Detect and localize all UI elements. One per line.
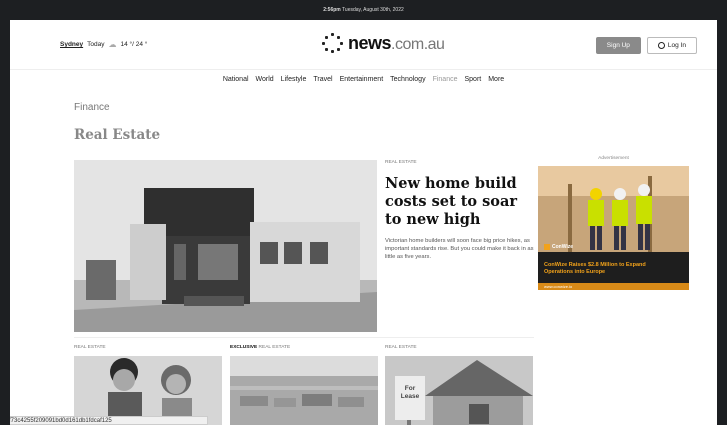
hero-kicker[interactable]: REAL ESTATE [385,160,535,165]
nav-item-finance[interactable]: Finance [433,76,458,83]
ad-brand-icon [544,244,550,250]
nav-item-national[interactable]: National [223,76,249,83]
site-logo[interactable]: news.com.au [322,32,445,54]
ad-headline: ConWize Raises $2.8 Million to Expand Op… [544,262,646,275]
content-divider [74,337,534,338]
logo-text: news.com.au [348,32,445,54]
ad-label: Advertisement [598,156,629,161]
top-bar: 2:56pm Tuesday, August 30th, 2022 [0,0,727,20]
user-icon [657,42,665,49]
card-image[interactable] [230,356,378,425]
couple-photo [74,356,222,425]
weather-temps: 14 °/ 24 ° [120,41,148,48]
weather-widget[interactable]: Sydney Today ☁ 14 °/ 24 ° [60,40,147,49]
cloud-icon: ☁ [108,40,117,49]
nav-item-technology[interactable]: Technology [390,76,425,83]
log-in-button[interactable]: Log In [646,37,697,54]
page-title: Real Estate [74,127,161,143]
logo-suffix: .com.au [391,35,445,53]
card-kicker[interactable]: REAL ESTATE [385,345,533,350]
nav-item-more[interactable]: More [488,76,504,83]
ad-brand-text: ConWize [552,244,574,250]
exclusive-badge: EXCLUSIVE [230,345,258,350]
sign-up-button[interactable]: Sign Up [595,37,641,54]
hero-image[interactable] [74,160,377,332]
auth-buttons: Sign Up Log In [595,37,697,54]
page: Sydney Today ☁ 14 °/ 24 ° news.com.au Si… [10,20,717,425]
weather-city[interactable]: Sydney [60,41,83,48]
logo-dots-icon [322,32,344,54]
nav-item-travel[interactable]: Travel [313,76,332,83]
article-card[interactable]: REAL ESTATE For Lease [385,345,533,425]
nav-item-lifestyle[interactable]: Lifestyle [281,76,307,83]
hero-standfirst: Victorian home builders will soon face b… [385,238,534,260]
logo-main: news [348,32,392,53]
weather-day: Today [87,41,105,48]
browser-frame: 2:56pm Tuesday, August 30th, 2022 Sydney… [0,0,727,425]
advertisement[interactable]: ConWize ConWize Raises $2.8 Million to E… [538,166,689,290]
ad-brand: ConWize [544,244,573,250]
card-image[interactable] [74,356,222,425]
article-card[interactable]: EXCLUSIVE REAL ESTATE [230,345,378,425]
article-card[interactable]: REAL ESTATE [74,345,222,425]
card-kicker-text: REAL ESTATE [258,345,291,350]
hero-article[interactable]: REAL ESTATE New home build costs set to … [385,160,535,261]
card-image[interactable]: For Lease [385,356,533,425]
main-nav: National World Lifestyle Travel Entertai… [10,76,717,83]
nav-item-sport[interactable]: Sport [464,76,481,83]
top-bar-date: Tuesday, August 30th, 2022 [342,7,404,13]
hero-headline[interactable]: New home build costs set to soar to new … [385,175,535,229]
ad-url: www.conwize.io [544,283,573,289]
house-photo [74,160,377,332]
card-kicker[interactable]: REAL ESTATE [74,345,222,350]
header-divider [10,69,717,70]
breadcrumb[interactable]: Finance [74,102,110,113]
card-kicker[interactable]: EXCLUSIVE REAL ESTATE [230,345,378,350]
top-bar-time: 2:56pm [323,7,341,13]
log-in-label: Log In [667,42,686,49]
for-lease-sign: For Lease [400,385,420,400]
suburb-aerial-photo [230,356,378,425]
status-url: ...f73c4255f209091bd0d161db1fdcaf125 [10,416,208,425]
nav-item-entertainment[interactable]: Entertainment [340,76,384,83]
nav-item-world[interactable]: World [256,76,274,83]
